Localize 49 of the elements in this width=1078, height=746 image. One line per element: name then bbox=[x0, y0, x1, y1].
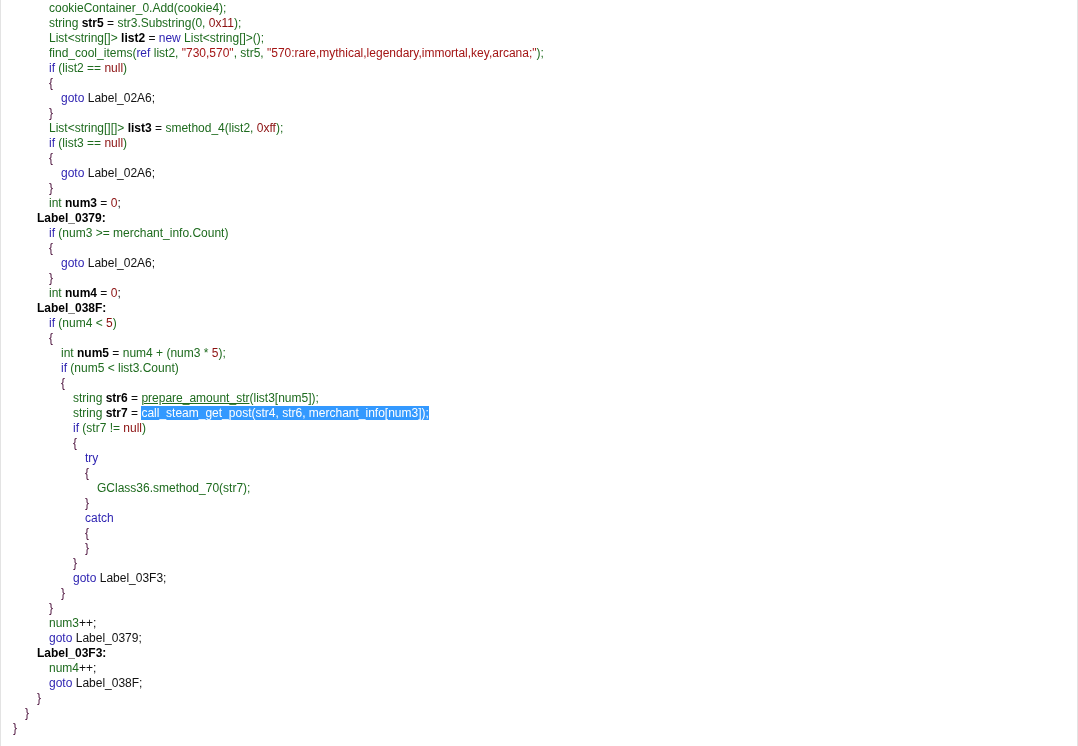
code-line: goto Label_02A6; bbox=[61, 256, 156, 271]
code-line: } bbox=[49, 271, 53, 286]
code-line: num4++; bbox=[49, 661, 97, 676]
code-line: { bbox=[49, 331, 53, 346]
code-line: List<string[]> list2 = new List<string[]>(); bbox=[49, 31, 265, 46]
code-line: int num4 = 0; bbox=[49, 286, 121, 301]
code-line: string str7 = call_steam_get_post(str4, str6, merchant_info[num3]); bbox=[73, 406, 429, 421]
code-line: find_cool_items(ref list2, "730,570", str5, "570:rare,mythical,legendary,immortal,key,arcana;"); bbox=[49, 46, 544, 61]
code-line: goto Label_0379; bbox=[49, 631, 142, 646]
code-line: Label_0379: bbox=[37, 211, 106, 226]
code-line: try bbox=[85, 451, 99, 466]
code-line: } bbox=[49, 181, 53, 196]
code-line: } bbox=[13, 721, 17, 736]
code-line: { bbox=[49, 76, 53, 91]
code-line: goto Label_02A6; bbox=[61, 91, 156, 106]
code-line: goto Label_038F; bbox=[49, 676, 143, 691]
code-line: int num3 = 0; bbox=[49, 196, 121, 211]
code-line: if (num3 >= merchant_info.Count) bbox=[49, 226, 229, 241]
code-line: if (num4 < 5) bbox=[49, 316, 117, 331]
code-line: int num5 = num4 + (num3 * 5); bbox=[61, 346, 226, 361]
code-line: } bbox=[49, 601, 53, 616]
code-line: } bbox=[85, 541, 89, 556]
code-line: catch bbox=[85, 511, 114, 526]
code-line: GClass36.smethod_70(str7); bbox=[97, 481, 251, 496]
code-line: { bbox=[85, 526, 89, 541]
code-line: } bbox=[73, 556, 77, 571]
code-line: { bbox=[61, 376, 65, 391]
code-line: } bbox=[37, 691, 41, 706]
code-line: string str6 = prepare_amount_str(list3[num5]); bbox=[73, 391, 319, 406]
code-line: if (list3 == null) bbox=[49, 136, 128, 151]
code-line: List<string[][]> list3 = smethod_4(list2, 0xff); bbox=[49, 121, 284, 136]
code-line: Label_03F3: bbox=[37, 646, 107, 661]
code-line: { bbox=[85, 466, 89, 481]
code-line: if (str7 != null) bbox=[73, 421, 147, 436]
code-line: { bbox=[73, 436, 77, 451]
code-line: { bbox=[49, 241, 53, 256]
code-line: Label_038F: bbox=[37, 301, 107, 316]
code-line: if (num5 < list3.Count) bbox=[61, 361, 179, 376]
code-line: string str5 = str3.Substring(0, 0x11); bbox=[49, 16, 242, 31]
code-line: if (list2 == null) bbox=[49, 61, 128, 76]
code-line: { bbox=[49, 151, 53, 166]
code-line: } bbox=[61, 586, 65, 601]
code-line: num3++; bbox=[49, 616, 97, 631]
code-line: } bbox=[85, 496, 89, 511]
code-line: goto Label_03F3; bbox=[73, 571, 167, 586]
code-line: } bbox=[49, 106, 53, 121]
code-line: cookieContainer_0.Add(cookie4); bbox=[49, 1, 227, 16]
code-line: } bbox=[25, 706, 29, 721]
code-line: goto Label_02A6; bbox=[61, 166, 156, 181]
